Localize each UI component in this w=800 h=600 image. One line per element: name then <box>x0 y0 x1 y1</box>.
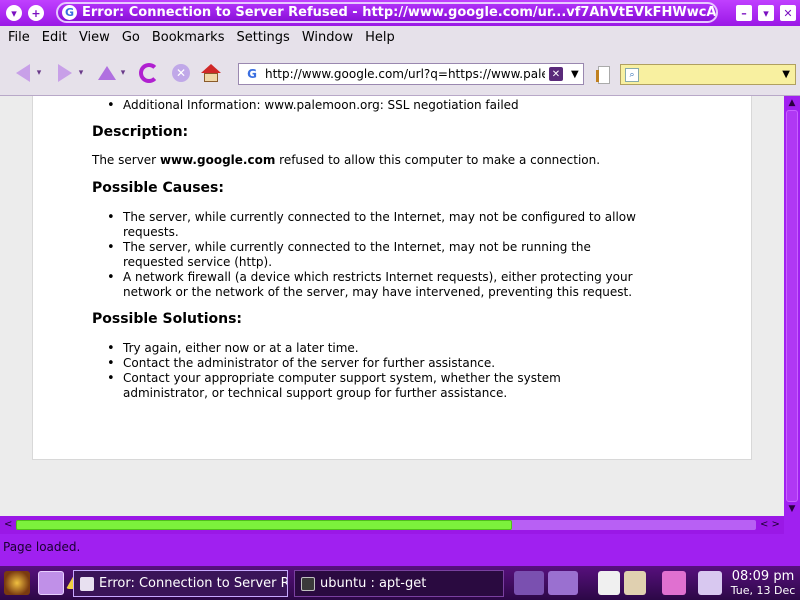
description-server: www.google.com <box>159 153 276 167</box>
solution-item: Contact the administrator of the server … <box>107 356 643 371</box>
clear-url-icon[interactable]: ✕ <box>549 67 563 81</box>
scroll-down-icon[interactable]: ▼ <box>787 504 797 514</box>
menu-window[interactable]: Window <box>296 30 359 45</box>
clock-date: Tue, 13 Dec <box>730 584 796 597</box>
home-button[interactable] <box>200 62 222 84</box>
search-bar[interactable]: ⌕ ▼ <box>620 64 796 85</box>
vertical-scrollbar[interactable]: ▲ ▼ <box>784 96 800 516</box>
browser-task-icon <box>80 576 94 591</box>
forward-button[interactable] <box>54 62 76 84</box>
workspace-1-icon[interactable] <box>514 571 544 595</box>
window-title: Error: Connection to Server Refused - ht… <box>82 5 718 20</box>
clock[interactable]: 08:09 pm Tue, 13 Dec <box>730 569 796 597</box>
search-dropdown-icon[interactable]: ▼ <box>782 69 790 80</box>
up-dropdown[interactable]: ▾ <box>118 62 128 84</box>
taskbar-task-browser[interactable]: Error: Connection to Server Re <box>73 570 288 597</box>
minimize-icon[interactable]: – <box>736 5 752 21</box>
bookmark-page-button[interactable] <box>594 64 612 86</box>
menu-bookmarks[interactable]: Bookmarks <box>146 30 231 45</box>
description-suffix: refused to allow this computer to make a… <box>275 153 601 167</box>
stop-button[interactable]: ✕ <box>170 62 192 84</box>
vertical-scroll-thumb[interactable] <box>786 110 798 502</box>
scroll-up-icon[interactable]: ▲ <box>787 98 797 108</box>
volume-icon[interactable] <box>624 571 646 595</box>
cause-item: The server, while currently connected to… <box>107 210 643 240</box>
chevron-down-icon: ▾ <box>36 68 42 78</box>
window-title-pill: G Error: Connection to Server Refused - … <box>56 2 718 23</box>
scroll-left-icon[interactable]: < <box>4 519 12 530</box>
url-input[interactable]: http://www.google.com/url?q=https://www.… <box>265 67 545 81</box>
reload-icon <box>139 63 159 83</box>
causes-heading: Possible Causes: <box>92 180 224 196</box>
reload-button[interactable] <box>138 62 160 84</box>
cause-item: The server, while currently connected to… <box>107 240 643 270</box>
horizontal-scroll-thumb[interactable] <box>16 520 512 530</box>
menu-bar: File Edit View Go Bookmarks Settings Win… <box>0 26 800 48</box>
pen-icon <box>596 70 599 82</box>
start-menu-icon[interactable] <box>4 571 30 595</box>
forward-arrow-icon <box>58 64 72 82</box>
description-heading: Description: <box>92 124 189 140</box>
scroll-left-right-icon[interactable]: < > <box>760 519 780 530</box>
task-label: ubuntu : apt-get <box>320 576 427 591</box>
stop-icon: ✕ <box>172 64 190 82</box>
search-engine-icon[interactable]: ⌕ <box>625 67 639 82</box>
back-arrow-icon <box>16 64 30 82</box>
terminal-task-icon <box>301 576 315 591</box>
close-icon[interactable]: ✕ <box>780 5 796 21</box>
status-text: Page loaded. <box>3 540 81 554</box>
network-icon[interactable] <box>662 571 686 595</box>
page-viewport[interactable]: Additional Information: www.palemoon.org… <box>0 96 784 516</box>
back-button[interactable] <box>12 62 34 84</box>
file-manager-icon[interactable] <box>38 571 64 595</box>
menu-edit[interactable]: Edit <box>36 30 73 45</box>
clipboard-icon[interactable] <box>598 571 620 595</box>
horizontal-scrollbar[interactable]: < < > <box>0 516 784 534</box>
solution-item: Try again, either now or at a later time… <box>107 341 643 356</box>
menu-file[interactable]: File <box>2 30 36 45</box>
taskbar: Error: Connection to Server Re ubuntu : … <box>0 566 800 600</box>
taskbar-task-terminal[interactable]: ubuntu : apt-get <box>294 570 504 597</box>
new-tab-icon[interactable]: + <box>28 5 44 21</box>
url-history-dropdown-icon[interactable]: ▼ <box>571 69 579 80</box>
location-bar[interactable]: G http://www.google.com/url?q=https://ww… <box>238 63 584 85</box>
forward-history-dropdown[interactable]: ▾ <box>76 62 86 84</box>
up-button[interactable] <box>96 62 118 84</box>
description-prefix: The server <box>92 153 160 167</box>
power-plug-icon[interactable] <box>698 571 722 595</box>
error-page: Additional Information: www.palemoon.org… <box>32 96 752 460</box>
google-favicon-icon: G <box>247 67 257 81</box>
google-favicon-icon: G <box>62 5 77 20</box>
cause-item: A network firewall (a device which restr… <box>107 270 643 300</box>
status-bar: Page loaded. <box>0 534 800 562</box>
maximize-icon[interactable]: ▾ <box>758 5 774 21</box>
workspace-2-icon[interactable] <box>548 571 578 595</box>
chevron-down-icon: ▾ <box>120 68 126 78</box>
menu-help[interactable]: Help <box>359 30 401 45</box>
description-text: The server www.google.com refused to all… <box>92 153 600 167</box>
menu-settings[interactable]: Settings <box>230 30 295 45</box>
clock-time: 08:09 pm <box>731 569 795 584</box>
page-icon <box>598 66 610 84</box>
up-arrow-icon <box>98 66 116 80</box>
window-menu-icon[interactable]: ▾ <box>6 5 22 21</box>
additional-info-item: Additional Information: www.palemoon.org… <box>107 98 643 113</box>
home-icon <box>201 64 221 82</box>
back-history-dropdown[interactable]: ▾ <box>34 62 44 84</box>
chevron-down-icon: ▾ <box>78 68 84 78</box>
window-titlebar[interactable]: ▾ + G Error: Connection to Server Refuse… <box>0 0 800 26</box>
menu-view[interactable]: View <box>73 30 116 45</box>
menu-go[interactable]: Go <box>116 30 146 45</box>
solutions-heading: Possible Solutions: <box>92 311 243 327</box>
solution-item: Contact your appropriate computer suppor… <box>107 371 643 401</box>
task-label: Error: Connection to Server Re <box>99 576 288 591</box>
